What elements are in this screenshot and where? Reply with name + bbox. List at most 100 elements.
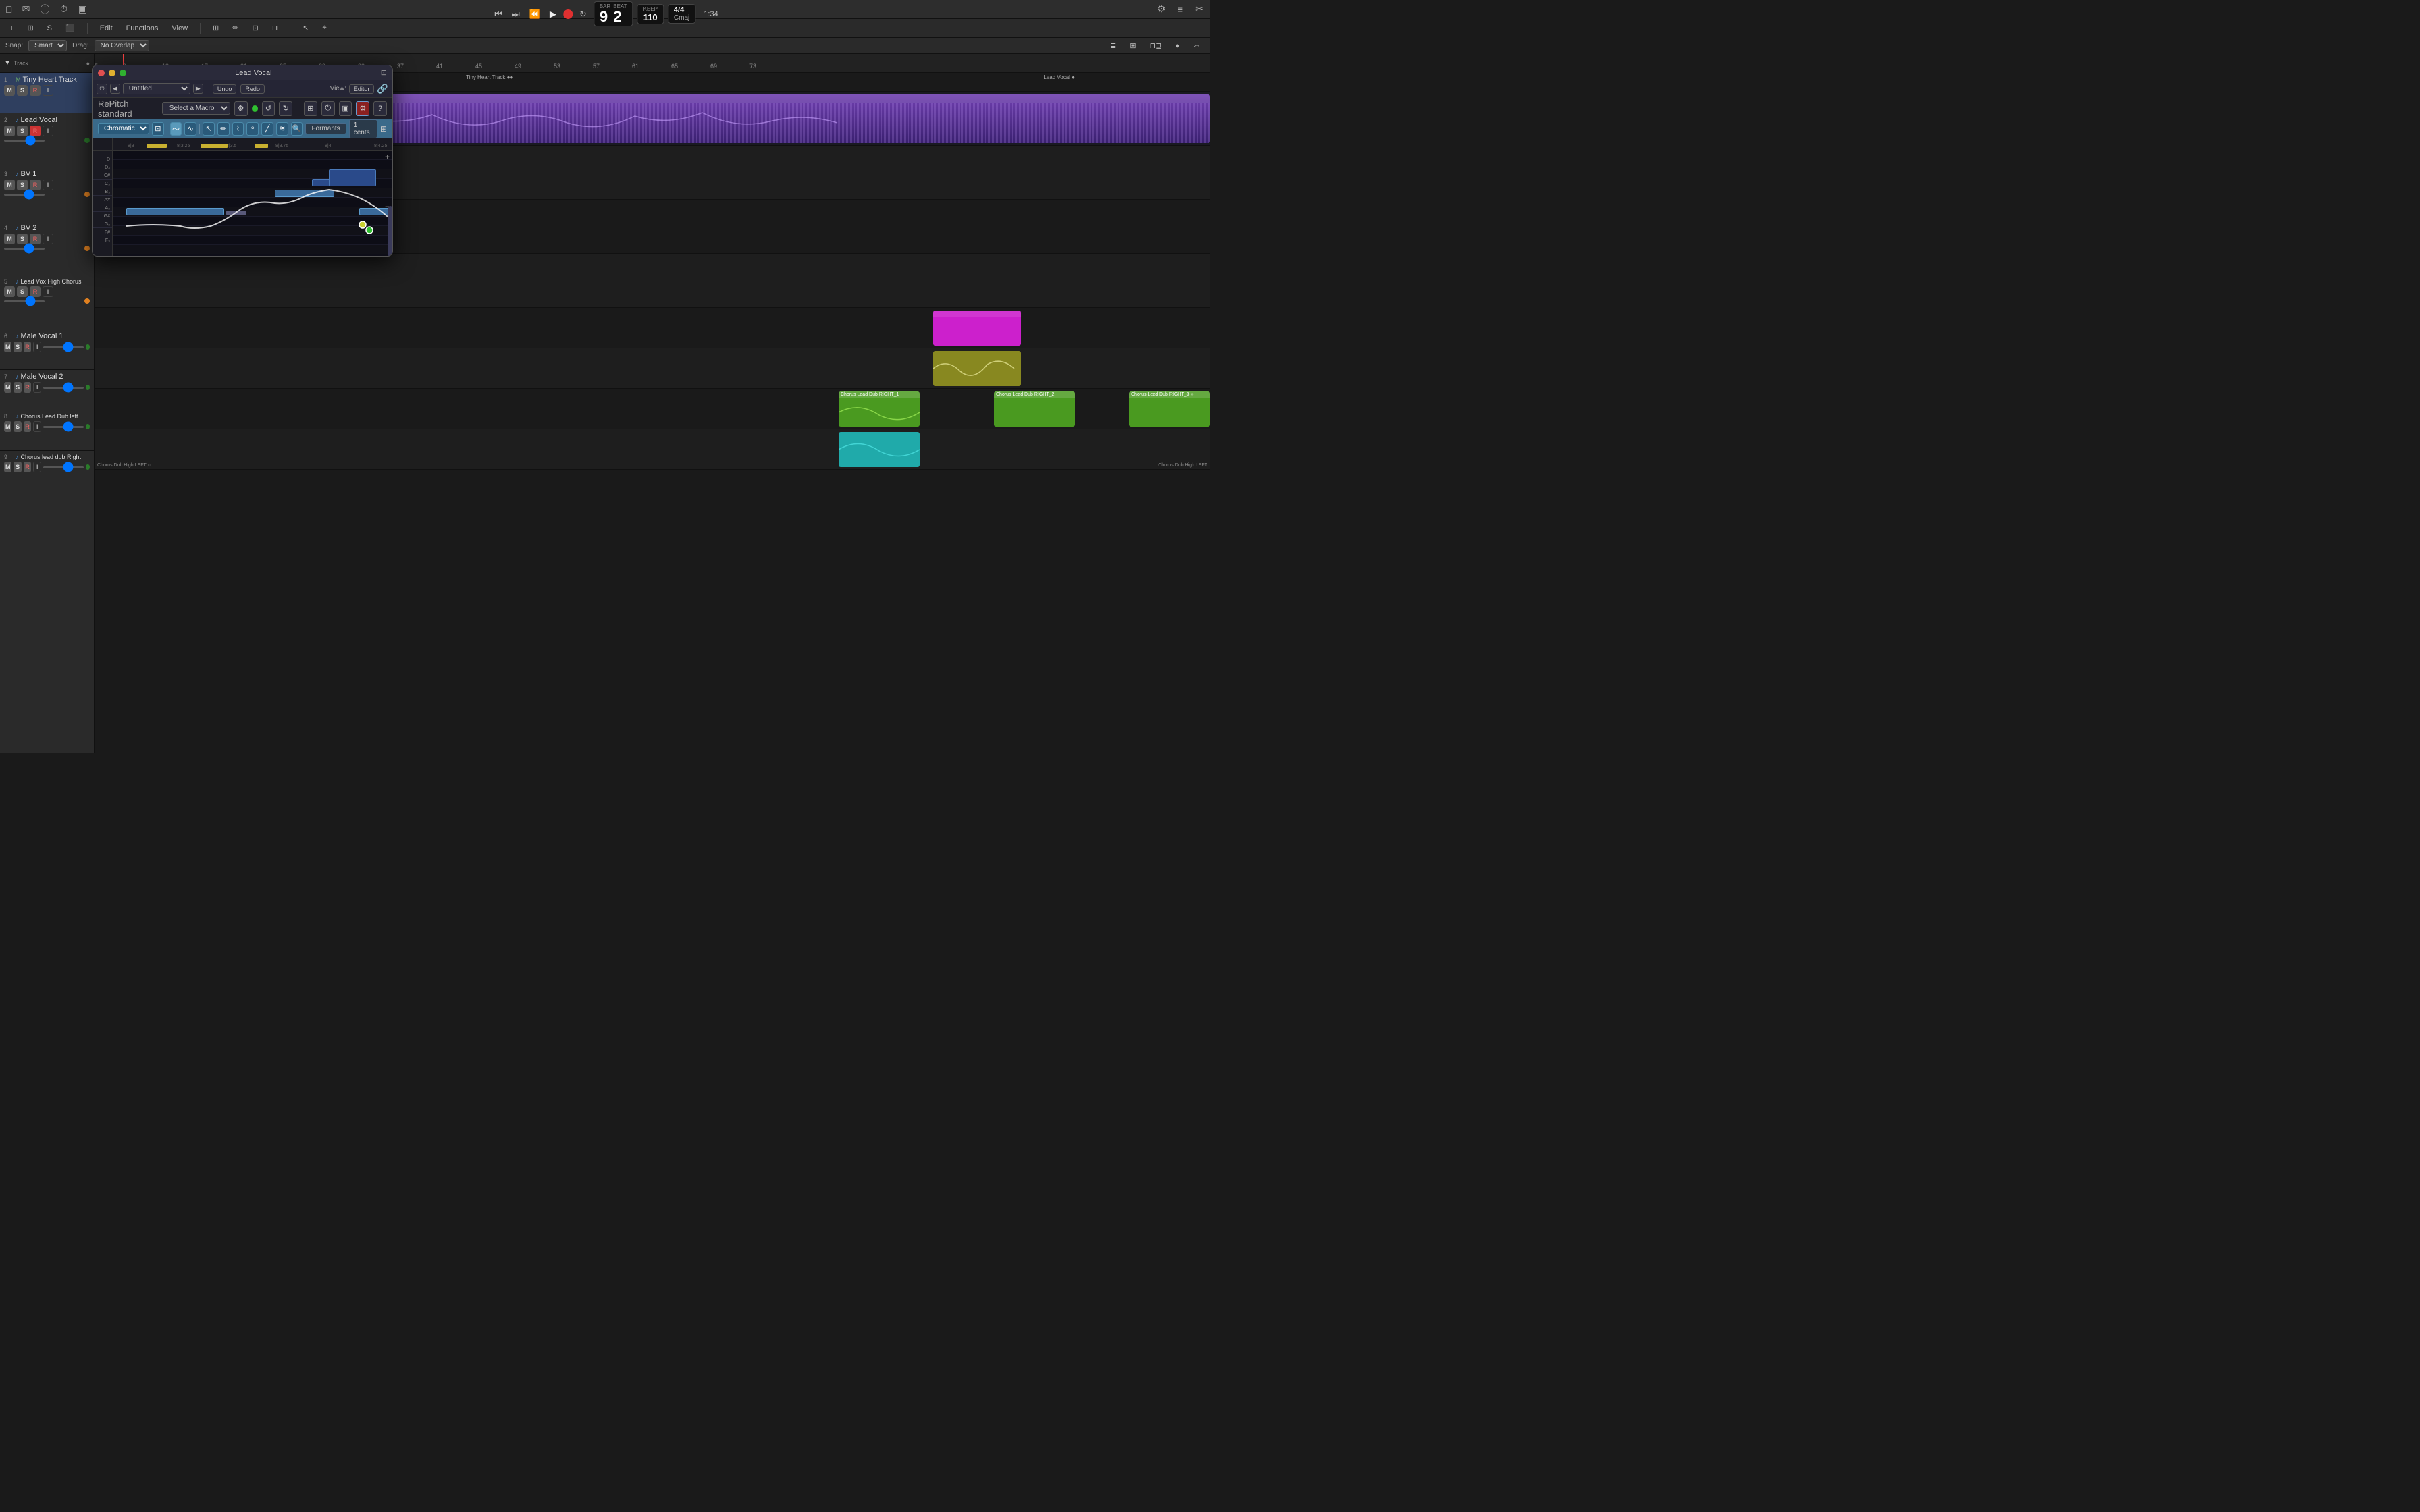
undo-icon-btn[interactable]: ↺ xyxy=(262,101,275,116)
fader-7[interactable] xyxy=(43,387,84,389)
track-item-9[interactable]: 9 ♪ Chorus lead dub Right M S R I xyxy=(0,451,94,491)
track-item-3[interactable]: 3 ♪ BV 1 M S R I xyxy=(0,167,94,221)
loop-button[interactable]: ↻ xyxy=(577,7,589,21)
macro-settings-btn[interactable]: ⚙ xyxy=(234,101,248,116)
window-minimize-btn[interactable] xyxy=(109,70,115,76)
record-btn-7[interactable]: R xyxy=(24,382,31,393)
grid-icon-btn[interactable]: ⊞ xyxy=(209,22,223,34)
record-icon-btn[interactable]: ⬛ xyxy=(61,22,79,34)
fader-8[interactable] xyxy=(43,426,84,428)
formants-btn[interactable]: Formants xyxy=(305,123,346,134)
track-add-button[interactable]: + xyxy=(5,23,18,34)
record-btn-9[interactable]: R xyxy=(24,462,31,473)
undo-btn[interactable]: Undo xyxy=(213,84,237,94)
next-preset-btn[interactable]: ▶ xyxy=(193,84,203,94)
settings-cog-btn[interactable]: ⚙ xyxy=(356,101,369,116)
preset-select[interactable]: Untitled xyxy=(123,83,190,94)
cursor-tool[interactable]: ↖ xyxy=(203,122,215,136)
dot-btn[interactable]: ● xyxy=(1171,40,1184,51)
solo-btn-8[interactable]: S xyxy=(14,421,21,432)
fader-3[interactable] xyxy=(4,194,45,196)
track-item-6[interactable]: 6 ♪ Male Vocal 1 M S R I xyxy=(0,329,94,370)
record-btn-6[interactable]: R xyxy=(24,342,31,352)
fast-forward-button[interactable]: ⏭ xyxy=(509,7,523,21)
settings-icon[interactable]: ⚙ xyxy=(1156,4,1167,15)
pitch-note-grey-1[interactable] xyxy=(226,211,246,215)
olive-clip-1[interactable] xyxy=(933,351,1021,386)
fader-2[interactable] xyxy=(4,140,45,142)
snap-select[interactable]: Smart xyxy=(28,40,67,51)
grid-layout-btn[interactable]: ⊞ xyxy=(304,101,317,116)
snap-icon-btn[interactable]: ≣ xyxy=(1106,40,1120,51)
input-btn-7[interactable]: I xyxy=(33,382,41,393)
monitor-btn[interactable]: ▣ xyxy=(339,101,352,116)
multi-tool[interactable]: ≋ xyxy=(276,122,288,136)
input-btn-1[interactable]: I xyxy=(43,85,53,96)
redo-icon-btn[interactable]: ↻ xyxy=(279,101,292,116)
solo-btn-1[interactable]: S xyxy=(17,85,28,96)
line-tool[interactable]: ╱ xyxy=(261,122,273,136)
input-btn-6[interactable]: I xyxy=(33,342,41,352)
solo-btn-7[interactable]: S xyxy=(14,382,21,393)
more-options-btn[interactable]: ⊞ xyxy=(380,124,387,134)
pitch-note-4[interactable] xyxy=(329,169,376,186)
pencil-tool-btn[interactable]: ✏ xyxy=(228,22,242,34)
mute-btn-9[interactable]: M xyxy=(4,462,11,473)
fader-5[interactable] xyxy=(4,300,45,302)
info-icon[interactable]: ⓘ xyxy=(40,4,51,15)
lime-clip-2[interactable]: Chorus Lead Dub RIGHT_2 xyxy=(994,392,1075,427)
zoom-tool[interactable]: 🔍 xyxy=(291,122,303,136)
play-button[interactable]: ▶ xyxy=(547,7,559,21)
mute-btn-6[interactable]: M xyxy=(4,342,11,352)
rewind-button[interactable]: ⏮ xyxy=(492,7,505,21)
link-btn[interactable]: 🔗 xyxy=(377,84,388,94)
teal-clip-1[interactable] xyxy=(839,432,920,467)
pitch-note-2[interactable] xyxy=(275,190,334,197)
lasso-tool[interactable]: ⌖ xyxy=(246,122,259,136)
track-item-7[interactable]: 7 ♪ Male Vocal 2 M S R I xyxy=(0,370,94,410)
scissors-icon[interactable]: ✂ xyxy=(1194,4,1205,15)
track-header-arrow[interactable]: ▼ xyxy=(4,59,11,67)
fader-6[interactable] xyxy=(43,346,84,348)
edit-menu[interactable]: Edit xyxy=(96,23,117,34)
track-item-5[interactable]: 5 ♪ Lead Vox High Chorus M S R I xyxy=(0,275,94,329)
window-maximize-btn[interactable] xyxy=(120,70,126,76)
cursor-tool-btn[interactable]: ⌖ xyxy=(319,22,331,34)
back-button[interactable]: ⏪ xyxy=(527,7,543,21)
track-item-2[interactable]: 2 ♪ Lead Vocal M S R I xyxy=(0,113,94,167)
scale-select[interactable]: Chromatic xyxy=(98,123,149,134)
pitch-note-1[interactable] xyxy=(126,208,224,215)
solo-button[interactable]: S xyxy=(43,23,56,34)
wave-tool-btn[interactable]: 〜 xyxy=(170,122,182,136)
pencil-tool[interactable]: ✏ xyxy=(217,122,230,136)
solo-btn-9[interactable]: S xyxy=(14,462,21,473)
draw-tool[interactable]: ⌇ xyxy=(232,122,244,136)
track-item-4[interactable]: 4 ♪ BV 2 M S R I xyxy=(0,221,94,275)
display-icon[interactable]: ▣ xyxy=(78,4,88,15)
track-item-8[interactable]: 8 ♪ Chorus Lead Dub left M S R I xyxy=(0,410,94,451)
magenta-clip-1[interactable] xyxy=(933,310,1021,346)
envelope-icon[interactable]: ✉ xyxy=(21,4,32,15)
editor-btn[interactable]: Editor xyxy=(349,84,375,94)
mute-btn-8[interactable]: M xyxy=(4,421,11,432)
pointer-tool-btn[interactable]: ⊡ xyxy=(248,22,262,34)
view-menu[interactable]: View xyxy=(167,23,192,34)
zoom-in-btn[interactable]: + xyxy=(385,152,390,161)
window-close-btn[interactable] xyxy=(98,70,105,76)
input-btn-9[interactable]: I xyxy=(33,462,41,473)
input-btn-8[interactable]: I xyxy=(33,421,41,432)
power-icon-btn[interactable]: ⏻ xyxy=(321,101,335,116)
macro-select[interactable]: Select a Macro xyxy=(162,102,230,115)
mute-btn-7[interactable]: M xyxy=(4,382,11,393)
snap-to-scale-btn[interactable]: ⊡ xyxy=(152,122,164,136)
mute-btn-1[interactable]: M xyxy=(4,85,15,96)
lime-clip-3[interactable]: Chorus Lead Dub RIGHT_3 ○ xyxy=(1129,392,1210,427)
merge-btn[interactable]: ⊓⊒ xyxy=(1146,40,1166,51)
fader-4[interactable] xyxy=(4,248,45,250)
scrollbar-right[interactable] xyxy=(388,206,392,256)
waveform-tool-btn[interactable]: ∿ xyxy=(184,122,196,136)
drag-select[interactable]: No Overlap xyxy=(95,40,149,51)
functions-menu[interactable]: Functions xyxy=(122,23,163,34)
power-btn[interactable]: ⏻ xyxy=(97,84,107,94)
track-item-1[interactable]: 1 M Tiny Heart Track M S R I xyxy=(0,73,94,113)
